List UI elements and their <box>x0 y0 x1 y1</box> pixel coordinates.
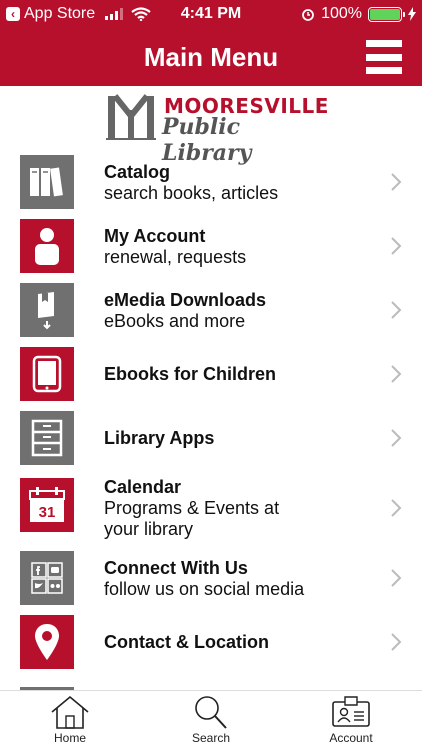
menu-item-connect-with-us[interactable]: Connect With Us follow us on social medi… <box>0 546 422 610</box>
tab-home-label: Home <box>53 731 86 745</box>
menu-item-catalog[interactable]: Catalog search books, articles <box>0 150 422 214</box>
menu-item-calendar[interactable]: 31 Calendar Programs & Events at your li… <box>0 470 422 546</box>
chevron-right-icon <box>391 429 402 447</box>
cabinet-icon <box>20 411 74 465</box>
chevron-right-icon <box>391 173 402 191</box>
menu-item-title: Contact & Location <box>104 632 269 652</box>
menu-item-title: Catalog <box>104 161 171 182</box>
chevron-right-icon <box>391 633 402 651</box>
tab-search[interactable]: Search <box>161 691 261 750</box>
chevron-right-icon <box>391 569 402 587</box>
social-icon <box>20 551 74 605</box>
page-title: Main Menu <box>143 42 279 72</box>
tab-account[interactable]: Account <box>301 691 401 750</box>
hamburger-menu-icon[interactable] <box>366 40 402 74</box>
id-card-icon <box>332 696 370 727</box>
search-icon <box>195 696 227 729</box>
app-header: Main Menu <box>0 28 422 86</box>
menu-item-emedia-downloads[interactable]: eMedia Downloads eBooks and more <box>0 278 422 342</box>
person-icon <box>20 219 74 273</box>
chevron-right-icon <box>391 365 402 383</box>
menu-item-title: Ebooks for Children <box>104 364 277 384</box>
menu-item-subtitle: renewal, requests <box>104 246 247 267</box>
tablet-icon <box>20 347 74 401</box>
menu-item-my-account[interactable]: My Account renewal, requests <box>0 214 422 278</box>
status-right: 100% <box>301 0 416 28</box>
chevron-right-icon <box>391 499 402 517</box>
tab-account-label: Account <box>329 731 373 745</box>
battery-icon <box>368 6 405 22</box>
calendar-icon: 31 <box>20 478 74 532</box>
menu-item-title: Calendar <box>104 477 182 497</box>
books-icon <box>20 155 74 209</box>
chevron-right-icon <box>391 237 402 255</box>
alarm-icon <box>302 9 314 21</box>
library-logo: MOORESVILLE Public Library <box>106 92 328 166</box>
tab-search-label: Search <box>191 731 231 745</box>
menu-item-library-apps[interactable]: Library Apps <box>0 406 422 470</box>
calendar-day-number: 31 <box>39 504 56 521</box>
map-pin-icon <box>20 615 74 669</box>
library-logo-mark-icon <box>106 94 156 140</box>
menu-item-title: Connect With Us <box>104 557 248 578</box>
main-menu-list: Catalog search books, articles My Accoun… <box>0 150 422 690</box>
menu-item-subtitle: Programs & Events at your library <box>104 498 280 539</box>
menu-item-subtitle: eBooks and more <box>104 310 246 331</box>
menu-item-contact-location[interactable]: Contact & Location <box>0 610 422 674</box>
bottom-tab-bar: Home Search Account <box>0 690 422 750</box>
download-book-icon <box>20 283 74 337</box>
battery-percent: 100% <box>321 5 362 22</box>
menu-item-ebooks-for-children[interactable]: Ebooks for Children <box>0 342 422 406</box>
menu-item-title: My Account <box>104 225 206 246</box>
menu-item-title: Library Apps <box>104 428 215 448</box>
chevron-right-icon <box>391 301 402 319</box>
menu-item-subtitle: search books, articles <box>104 182 279 203</box>
home-icon <box>51 695 89 729</box>
menu-item-subtitle: follow us on social media <box>104 578 305 599</box>
menu-item-title: eMedia Downloads <box>104 289 267 310</box>
tab-home[interactable]: Home <box>20 691 120 750</box>
charging-bolt-icon <box>408 7 416 21</box>
status-bar: ‹ App Store 4:41 PM 100% <box>0 0 422 28</box>
menu-item-next-partial[interactable] <box>0 682 422 690</box>
